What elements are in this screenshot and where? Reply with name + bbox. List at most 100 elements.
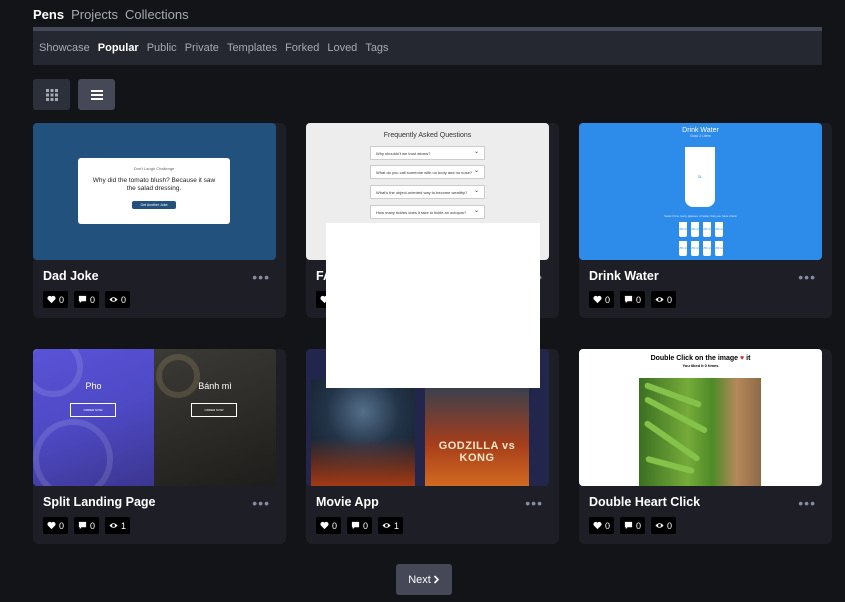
heart-heading-end: it [746, 355, 751, 362]
heart-icon [47, 295, 56, 304]
joke-kicker: Don't Laugh Challenge [133, 166, 175, 171]
view-count: 0 [121, 294, 127, 305]
chevron-right-icon [433, 575, 439, 584]
like-count: 0 [605, 520, 611, 531]
split-left-cta: ORDER NOW [70, 403, 116, 417]
bowl-image [33, 419, 113, 486]
subtab-private[interactable]: Private [185, 42, 219, 54]
heart-icon [47, 521, 56, 530]
like-count: 0 [59, 520, 65, 531]
pen-title[interactable]: Dad Joke [43, 269, 99, 283]
views-button[interactable]: 0 [105, 291, 131, 308]
pen-title[interactable]: Double Heart Click [589, 495, 700, 509]
like-button[interactable]: 0 [43, 517, 69, 534]
view-count: 0 [667, 294, 673, 305]
eye-icon [109, 523, 118, 528]
more-options-icon[interactable]: ••• [798, 269, 816, 285]
list-view-button[interactable] [78, 79, 115, 110]
subtab-templates[interactable]: Templates [227, 42, 277, 54]
glass-item: 250 ml [715, 241, 723, 256]
tab-projects[interactable]: Projects [71, 7, 118, 22]
heart-icon [593, 295, 602, 304]
grid-view-button[interactable] [33, 79, 70, 110]
filter-bar: Showcase Popular Public Private Template… [33, 27, 822, 65]
faq-question: How many tickles does it take to tickle … [370, 205, 485, 219]
comment-button[interactable]: 0 [347, 517, 373, 534]
grid-icon [45, 88, 58, 101]
eye-icon [382, 523, 391, 528]
comment-button[interactable]: 0 [620, 291, 646, 308]
like-button[interactable]: 0 [589, 517, 615, 534]
subtab-forked[interactable]: Forked [285, 42, 319, 54]
heart-icon [320, 521, 329, 530]
pen-stats: 0 0 0 [589, 517, 677, 534]
glass-item: 250 ml [715, 222, 723, 237]
glass-item: 250 ml [679, 241, 687, 256]
comment-button[interactable]: 0 [620, 517, 646, 534]
pen-preview[interactable]: Don't Laugh Challenge Why did the tomato… [33, 123, 276, 260]
comment-count: 0 [90, 294, 96, 305]
pen-stats: 0 0 0 [43, 291, 131, 308]
more-options-icon[interactable]: ••• [525, 495, 543, 511]
movie-poster [311, 380, 415, 486]
comment-button[interactable]: 0 [74, 517, 100, 534]
like-button[interactable]: 0 [589, 291, 615, 308]
comment-count: 0 [636, 294, 642, 305]
comment-count: 0 [636, 520, 642, 531]
pen-card: Pho ORDER NOW Bánh mì ORDER NOW Split La… [33, 349, 286, 544]
split-right-label: Bánh mì [198, 381, 232, 391]
views-button[interactable]: 0 [651, 517, 677, 534]
subtab-tags[interactable]: Tags [365, 42, 388, 54]
pen-stats: 0 0 1 [316, 517, 404, 534]
comment-icon [624, 521, 633, 530]
movie-poster: GODZILLA vs KONG [425, 380, 529, 486]
views-button[interactable]: 0 [651, 291, 677, 308]
next-page-button[interactable]: Next [396, 564, 452, 595]
jar-image [156, 354, 200, 398]
pen-title[interactable]: Movie App [316, 495, 379, 509]
pen-card: Double Click on the image ♥ it You liked… [579, 349, 832, 544]
tab-pens[interactable]: Pens [33, 7, 64, 22]
heart-icon [593, 521, 602, 530]
subtab-showcase[interactable]: Showcase [39, 42, 90, 54]
pens-dashboard: Pens Projects Collections Showcase Popul… [0, 0, 845, 602]
pen-card: Don't Laugh Challenge Why did the tomato… [33, 123, 286, 318]
pen-title[interactable]: Drink Water [589, 269, 659, 283]
comment-button[interactable]: 0 [74, 291, 100, 308]
water-heading: Drink Water [682, 127, 719, 134]
glass-item: 250 ml [679, 222, 687, 237]
view-count: 1 [121, 520, 127, 531]
views-button[interactable]: 1 [105, 517, 131, 534]
pen-preview[interactable]: Drink Water Goal: 2 Liters 2L Select how… [579, 123, 822, 260]
more-options-icon[interactable]: ••• [252, 495, 270, 511]
faq-question: What do you call someone with no body an… [370, 165, 485, 179]
more-options-icon[interactable]: ••• [798, 495, 816, 511]
more-options-icon[interactable]: ••• [252, 269, 270, 285]
joke-box: Don't Laugh Challenge Why did the tomato… [78, 158, 230, 224]
pen-stats: 0 0 0 [589, 291, 677, 308]
list-icon [90, 89, 103, 100]
subtab-public[interactable]: Public [147, 42, 177, 54]
tab-collections[interactable]: Collections [125, 7, 189, 22]
heart-counter: You liked it 0 times [682, 363, 719, 368]
subtab-loved[interactable]: Loved [327, 42, 357, 54]
faq-heading: Frequently Asked Questions [383, 132, 472, 139]
view-count: 1 [394, 520, 400, 531]
split-left-label: Pho [85, 381, 102, 391]
view-count: 0 [667, 520, 673, 531]
glass-item: 250 ml [691, 222, 699, 237]
split-left-panel: Pho ORDER NOW [33, 349, 154, 486]
pen-title[interactable]: Split Landing Page [43, 495, 156, 509]
glass-item: 250 ml [691, 241, 699, 256]
top-tabs: Pens Projects Collections [33, 7, 189, 22]
glass-item: 250 ml [703, 241, 711, 256]
poster-title: GODZILLA vs KONG [438, 440, 516, 464]
like-button[interactable]: 0 [316, 517, 342, 534]
like-button[interactable]: 0 [43, 291, 69, 308]
comment-count: 0 [90, 520, 96, 531]
views-button[interactable]: 1 [378, 517, 404, 534]
pen-preview[interactable]: Pho ORDER NOW Bánh mì ORDER NOW [33, 349, 276, 486]
pen-preview[interactable]: Double Click on the image ♥ it You liked… [579, 349, 822, 486]
subtab-popular[interactable]: Popular [98, 42, 139, 54]
faq-question: What's the object-oriented way to become… [370, 185, 485, 199]
